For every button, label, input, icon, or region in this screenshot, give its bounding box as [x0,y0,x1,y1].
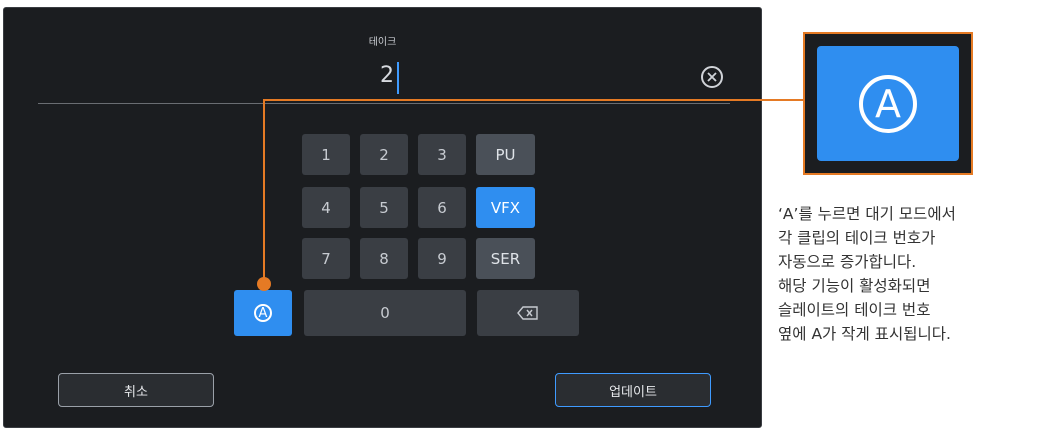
circled-a-icon: A [254,304,272,322]
backspace-icon [517,306,538,320]
key-0[interactable]: 0 [304,290,466,336]
text-cursor [397,62,399,94]
circled-a-icon: A [859,74,917,133]
key-2[interactable]: 2 [360,134,408,175]
key-ser[interactable]: SER [476,238,535,279]
description-line: 슬레이트의 테이크 번호 [778,301,931,319]
field-label: 테이크 [368,37,397,48]
description-line: ‘A’를 누르면 대기 모드에서 [778,205,956,223]
key-pu[interactable]: PU [476,134,535,175]
key-7[interactable]: 7 [302,238,350,279]
callout-marker [257,277,271,291]
callout-line [263,99,803,101]
key-8[interactable]: 8 [360,238,408,279]
key-vfx[interactable]: VFX [476,187,535,228]
auto-take-button[interactable]: A [234,290,292,336]
key-5[interactable]: 5 [360,187,408,228]
description-line: 자동으로 증가합니다. [778,253,917,271]
callout-line [263,99,265,283]
slate-take-editor: 테이크 2 1 2 3 PU 4 5 6 VFX 7 8 9 SER A 0 취… [3,7,762,428]
description-line: 옆에 A가 작게 표시됩니다. [778,325,951,343]
key-4[interactable]: 4 [302,187,350,228]
update-button[interactable]: 업데이트 [555,373,711,407]
callout-description: ‘A’를 누르면 대기 모드에서 각 클립의 테이크 번호가 자동으로 증가합니… [778,202,1048,346]
cancel-button[interactable]: 취소 [58,373,214,407]
key-3[interactable]: 3 [418,134,466,175]
key-1[interactable]: 1 [302,134,350,175]
key-6[interactable]: 6 [418,187,466,228]
clear-button[interactable] [701,66,723,88]
description-line: 각 클립의 테이크 번호가 [778,229,936,247]
zoomed-auto-button: A [817,46,959,161]
backspace-button[interactable] [477,290,579,336]
close-icon [707,72,717,82]
input-underline [38,103,730,104]
zoomed-auto-button-frame: A [803,32,973,175]
take-value-input[interactable]: 2 [380,63,394,88]
description-line: 해당 기능이 활성화되면 [778,277,931,295]
key-9[interactable]: 9 [418,238,466,279]
